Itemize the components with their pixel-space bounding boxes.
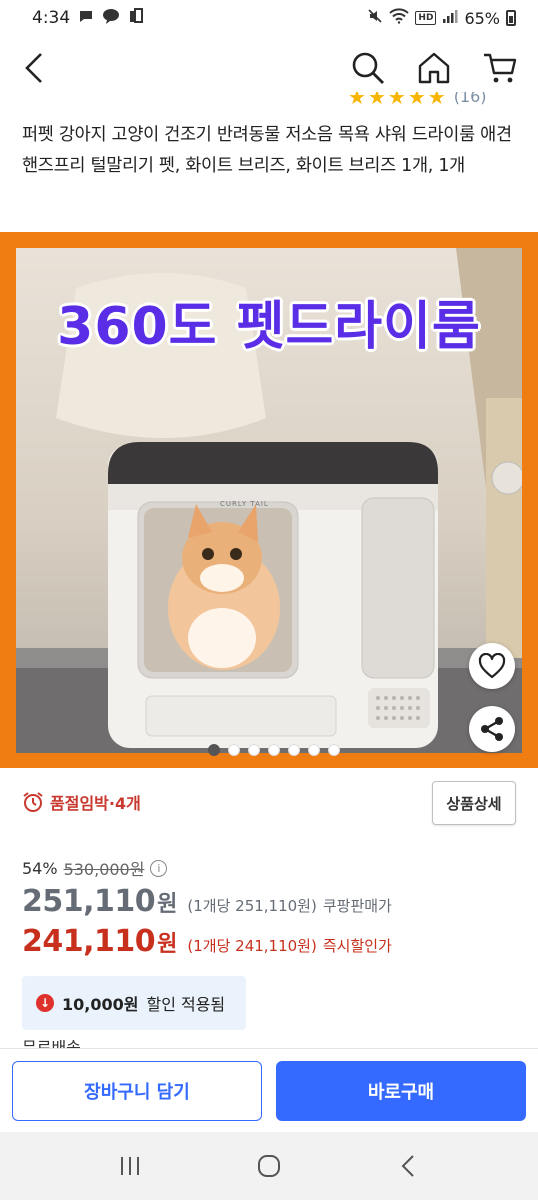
- product-brand-label: CURLY TAIL: [220, 500, 269, 508]
- app-bar: [0, 36, 538, 100]
- status-left: 4:34: [32, 8, 144, 28]
- instant-price-won: 원: [157, 932, 178, 957]
- coupang-unit-price: (1개당 251,110원): [187, 897, 317, 915]
- carousel-dot[interactable]: [328, 744, 340, 756]
- back-chevron-icon: [401, 1155, 415, 1177]
- cart-button[interactable]: [480, 48, 520, 88]
- signal-icon: [442, 8, 458, 28]
- instant-price: 241,110: [22, 924, 156, 959]
- alarm-clock-icon: [23, 792, 43, 812]
- bottom-action-bar: 장바구니 담기 바로구매: [0, 1048, 538, 1132]
- system-nav-bar: [0, 1132, 538, 1200]
- carousel-dot[interactable]: [288, 744, 300, 756]
- mute-icon: [367, 8, 383, 28]
- home-nav-button[interactable]: [239, 1142, 299, 1190]
- carousel-indicator: [0, 744, 538, 756]
- tasks-icon: [128, 8, 144, 28]
- hd-voice-icon: HD: [415, 11, 437, 25]
- star-icon: ★: [407, 92, 426, 106]
- carousel-dot[interactable]: [208, 744, 220, 756]
- product-title: 퍼펫 강아지 고양이 건조기 반려동물 저소음 목욕 샤워 드라이룸 애견 핸즈…: [22, 125, 512, 176]
- carousel-dot[interactable]: [308, 744, 320, 756]
- instant-price-row: 241,110 원 (1개당 241,110원) 즉시할인가: [22, 924, 392, 959]
- rating-count: (16): [453, 92, 487, 106]
- coupang-price: 251,110: [22, 884, 156, 919]
- app-bar-actions: [348, 48, 520, 88]
- chat-icon: [78, 8, 94, 28]
- carousel-dot[interactable]: [268, 744, 280, 756]
- discount-rate: 54%: [22, 858, 58, 878]
- product-image-frame[interactable]: CURLY TAIL 360도 펫드라이룸: [0, 232, 538, 768]
- back-icon: [25, 53, 42, 83]
- battery-percent: 65%: [464, 8, 500, 28]
- original-price: 530,000원: [63, 860, 145, 879]
- info-icon[interactable]: i: [150, 859, 168, 877]
- search-icon: [352, 52, 384, 84]
- discount-row: 54% 530,000원 i: [22, 856, 168, 880]
- talk-icon: [102, 8, 120, 28]
- star-icon: ★: [427, 92, 446, 106]
- add-to-cart-button[interactable]: 장바구니 담기: [12, 1061, 262, 1121]
- product-image[interactable]: CURLY TAIL 360도 펫드라이룸: [16, 248, 522, 753]
- shipping-peek-text: 무료배송: [22, 1040, 81, 1048]
- coupon-amount: 10,000원: [62, 995, 139, 1014]
- coupang-price-won: 원: [157, 892, 178, 917]
- home-button[interactable]: [414, 48, 454, 88]
- coupon-applied-badge: ↓ 10,000원 할인 적용됨: [22, 976, 246, 1030]
- share-icon: [481, 717, 503, 741]
- stock-warning: 품절임박·4개: [22, 790, 141, 814]
- wishlist-button[interactable]: [469, 643, 515, 689]
- battery-icon: [506, 10, 516, 26]
- status-right: HD 65%: [367, 8, 516, 28]
- buy-now-button[interactable]: 바로구매: [276, 1061, 526, 1121]
- status-bar: 4:34 HD 65%: [0, 0, 538, 36]
- recents-button[interactable]: [100, 1142, 160, 1190]
- wifi-icon: [389, 8, 410, 28]
- back-nav-button[interactable]: [378, 1142, 438, 1190]
- star-icon: ★: [367, 92, 386, 106]
- heart-icon: [478, 653, 506, 679]
- home-circle-icon: [257, 1155, 280, 1177]
- rating-stars[interactable]: ★ ★ ★ ★ ★ (16): [348, 92, 487, 106]
- coupang-price-row: 251,110 원 (1개당 251,110원) 쿠팡판매가: [22, 884, 392, 919]
- star-icon: ★: [387, 92, 406, 106]
- image-headline: 360도 펫드라이룸: [57, 297, 481, 357]
- search-button[interactable]: [348, 48, 388, 88]
- coupang-price-label: 쿠팡판매가: [322, 897, 392, 915]
- cart-icon: [484, 53, 517, 83]
- stock-text: 품절임박·4개: [50, 794, 141, 813]
- star-icon: ★: [348, 92, 366, 106]
- carousel-dot[interactable]: [228, 744, 240, 756]
- status-time: 4:34: [32, 8, 71, 28]
- back-button[interactable]: [18, 48, 50, 88]
- home-icon: [418, 52, 450, 84]
- instant-price-label: 즉시할인가: [322, 937, 392, 955]
- coupon-text: 할인 적용됨: [146, 995, 226, 1014]
- carousel-dot[interactable]: [248, 744, 260, 756]
- down-arrow-icon: ↓: [36, 994, 54, 1012]
- product-detail-button[interactable]: 상품상세: [432, 781, 516, 825]
- instant-unit-price: (1개당 241,110원): [187, 937, 317, 955]
- recents-icon: [120, 1157, 139, 1175]
